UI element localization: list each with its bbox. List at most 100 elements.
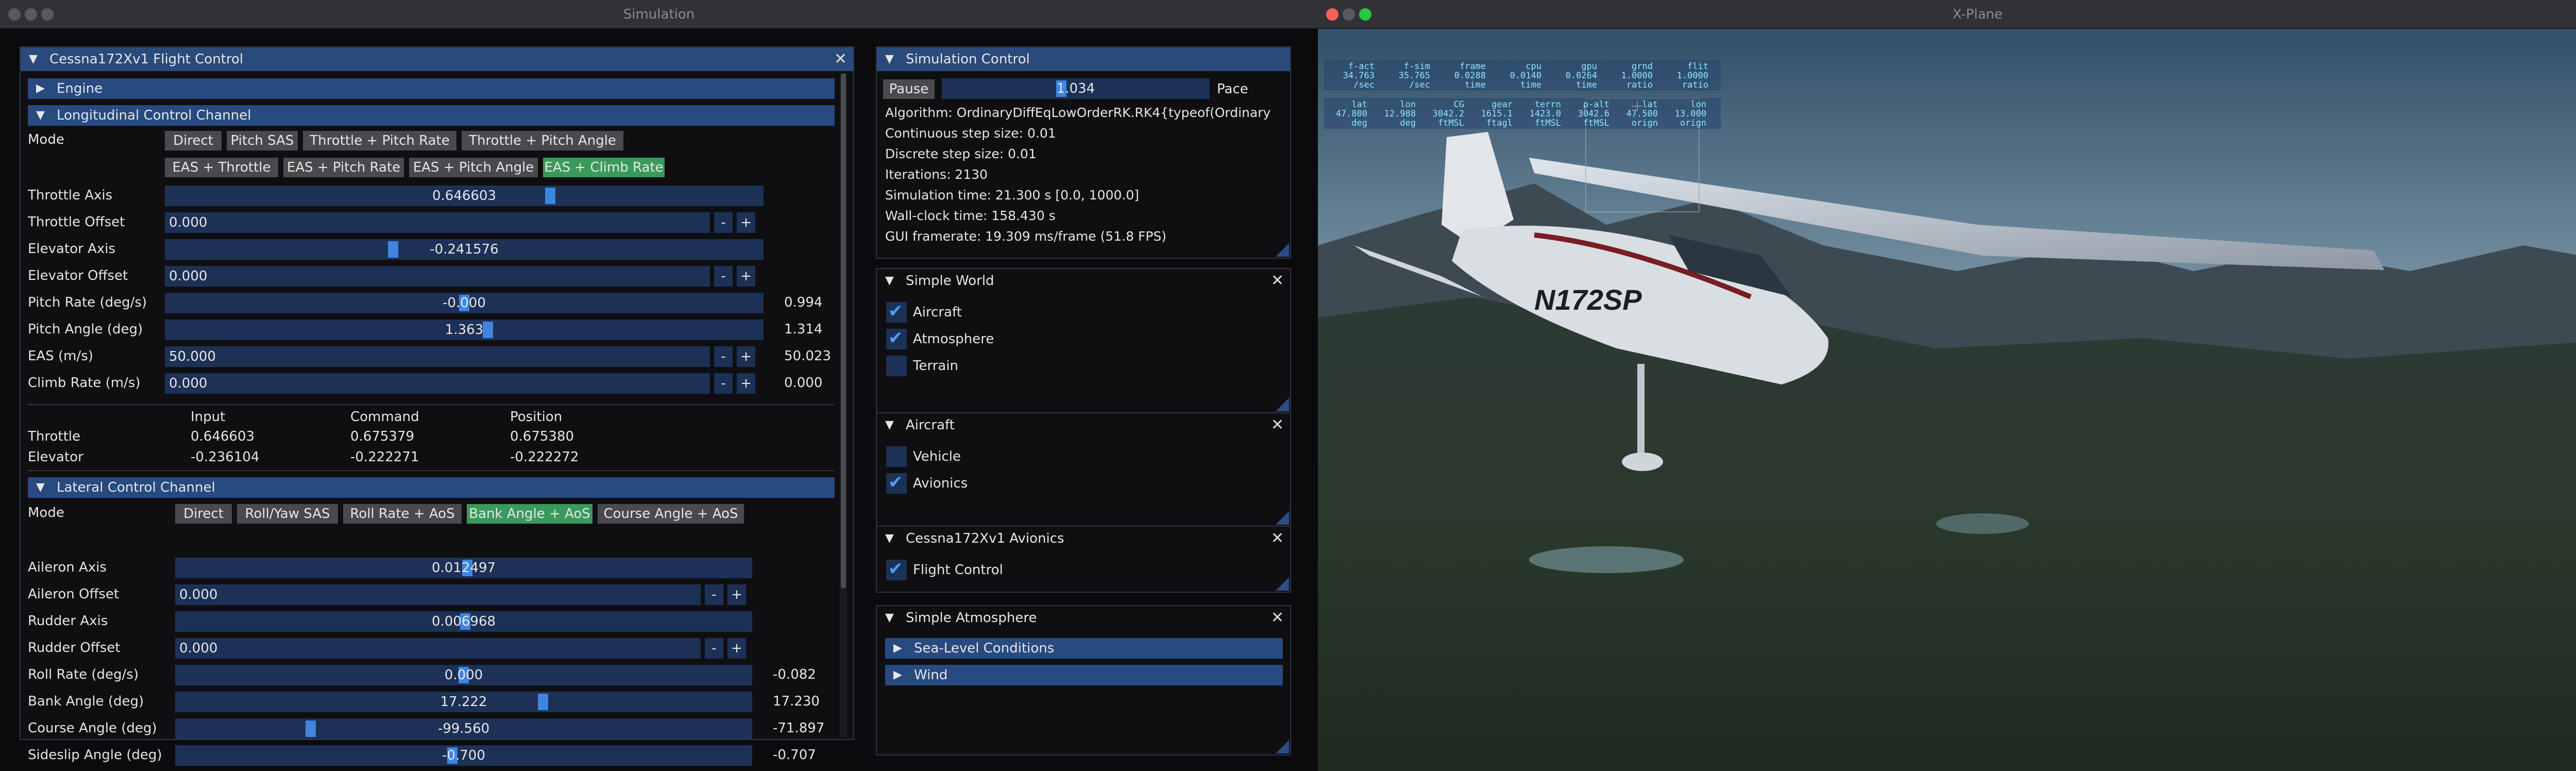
simple-world-panel: ▼ Simple World ✕ ✔ Aircraft ✔ Atmosphere Terra… [876,268,1291,413]
checkmark-icon: ✔ [888,559,903,579]
wind-header[interactable]: ▶ Wind [885,665,1283,685]
lateral-mode-button-2[interactable]: Roll Rate + AoS [343,504,462,524]
close-icon[interactable]: ✕ [834,47,847,71]
increment-button[interactable]: + [737,266,755,287]
flight-scene-view[interactable]: N172SP [1318,29,2576,771]
close-icon[interactable]: ✕ [1271,527,1284,550]
sea-level-conditions-header[interactable]: ▶ Sea-Level Conditions [885,638,1283,659]
collapse-triangle-icon[interactable]: ▼ [885,269,894,293]
scrollbar-thumb[interactable] [841,73,846,589]
lateral-channel-header[interactable]: ▼ Lateral Control Channel [28,477,835,498]
mode-button-0[interactable]: Direct [165,131,222,150]
engine-header[interactable]: ▶ Engine [28,78,835,99]
collapse-triangle-icon[interactable]: ▼ [885,606,894,630]
mode-button-5[interactable]: EAS + Pitch Rate [283,158,404,177]
lateral-mode-button-4[interactable]: Course Angle + AoS [598,504,744,524]
checkbox[interactable] [886,356,907,376]
increment-button[interactable]: + [737,346,755,367]
flight-control-titlebar[interactable]: ▼ Cessna172Xv1 Flight Control ✕ [21,47,853,71]
resize-grip[interactable] [1276,740,1289,753]
overlay-cell: 12.988 [1384,109,1416,119]
checkbox[interactable] [886,446,907,467]
axis-slider[interactable]: -0.700 [175,745,752,766]
axis-slider[interactable]: -99.560 [175,718,752,739]
collapse-triangle-icon[interactable]: ▼ [885,527,894,550]
collapse-triangle-icon[interactable]: ▼ [36,477,45,498]
longitudinal-channel-header[interactable]: ▼ Longitudinal Control Channel [28,105,835,126]
expand-triangle-icon[interactable]: ▶ [36,78,45,99]
close-icon[interactable]: ✕ [1271,413,1284,437]
mode-button-2[interactable]: Throttle + Pitch Rate [303,131,456,150]
row-label: Roll Rate (deg/s) [28,667,139,682]
collapse-triangle-icon[interactable]: ▼ [36,105,45,126]
decrement-button[interactable]: - [714,212,733,233]
decrement-button[interactable]: - [705,638,723,659]
resize-grip[interactable] [1276,398,1289,411]
resize-grip[interactable] [1276,511,1289,525]
lateral-mode-button-3[interactable]: Bank Angle + AoS [467,504,592,524]
axis-slider[interactable]: 0.646603 [165,186,764,206]
value-input[interactable]: 50.000 [165,346,710,367]
increment-button[interactable]: + [727,584,746,605]
axis-slider[interactable]: 0.012497 [175,558,752,578]
window-title: X-Plane [1952,7,2003,22]
mode-button-7[interactable]: EAS + Climb Rate [543,158,665,177]
value-input[interactable]: 0.000 [165,266,710,287]
decrement-button[interactable]: - [714,346,733,367]
checkbox[interactable]: ✔ [886,472,907,494]
decrement-button[interactable]: - [705,584,723,605]
expand-triangle-icon[interactable]: ▶ [893,638,902,659]
slider-grab[interactable] [388,241,398,258]
slider-grab[interactable] [545,188,555,204]
value-input[interactable]: 0.000 [165,212,710,233]
decrement-button[interactable]: - [714,373,733,394]
axis-slider[interactable]: 1.363 [165,320,764,340]
axis-slider[interactable]: -0.241576 [165,239,764,260]
simple-world-titlebar[interactable]: ▼ Simple World ✕ [877,269,1290,293]
slider-value: 1.363 [445,322,484,338]
checkbox[interactable]: ✔ [886,301,907,323]
close-icon[interactable]: ✕ [1271,269,1284,293]
pace-slider[interactable]: 1.034 [942,78,1210,99]
slider-grab[interactable] [483,322,493,338]
row-label: Aileron Axis [28,560,107,575]
checkbox[interactable]: ✔ [886,559,907,580]
aircraft-titlebar[interactable]: ▼ Aircraft ✕ [877,413,1290,437]
increment-button[interactable]: + [737,373,755,394]
value-input[interactable]: 0.000 [175,638,701,659]
slider-grab[interactable] [306,720,316,737]
avionics-titlebar[interactable]: ▼ Cessna172Xv1 Avionics ✕ [877,527,1290,550]
collapse-triangle-icon[interactable]: ▼ [29,47,38,71]
lateral-mode-button-1[interactable]: Roll/Yaw SAS [237,504,338,524]
value-input[interactable]: 0.000 [165,373,710,394]
checkbox-label: Atmosphere [913,331,994,347]
close-icon[interactable]: ✕ [1271,606,1284,630]
simulation-control-titlebar[interactable]: ▼ Simulation Control [877,47,1290,71]
lateral-mode-button-0[interactable]: Direct [175,504,232,524]
collapse-triangle-icon[interactable]: ▼ [885,413,894,437]
increment-button[interactable]: + [737,212,755,233]
mode-button-1[interactable]: Pitch SAS [227,131,298,150]
mode-button-3[interactable]: Throttle + Pitch Angle [462,131,623,150]
resize-grip[interactable] [1276,243,1289,257]
mode-button-4[interactable]: EAS + Throttle [165,158,278,177]
axis-slider[interactable]: 0.006968 [175,611,752,632]
mode-button-6[interactable]: EAS + Pitch Angle [409,158,538,177]
expand-triangle-icon[interactable]: ▶ [893,665,902,685]
collapse-triangle-icon[interactable]: ▼ [885,47,894,71]
axis-slider[interactable]: 0.000 [175,665,752,685]
resize-grip[interactable] [1276,577,1289,591]
scrollbar[interactable] [840,73,847,738]
axis-slider[interactable]: -0.000 [165,293,764,313]
axis-slider[interactable]: 17.222 [175,692,752,712]
value-input[interactable]: 0.000 [175,584,701,605]
simple-atmosphere-titlebar[interactable]: ▼ Simple Atmosphere ✕ [877,606,1290,630]
overlay-cell: ftMSL [1437,118,1464,128]
slider-grab[interactable] [538,694,548,710]
increment-button[interactable]: + [727,638,746,659]
checkbox[interactable]: ✔ [886,328,907,349]
row-label: Aileron Offset [28,586,120,602]
divider [28,404,835,405]
decrement-button[interactable]: - [714,266,733,287]
pause-button[interactable]: Pause [883,79,935,99]
